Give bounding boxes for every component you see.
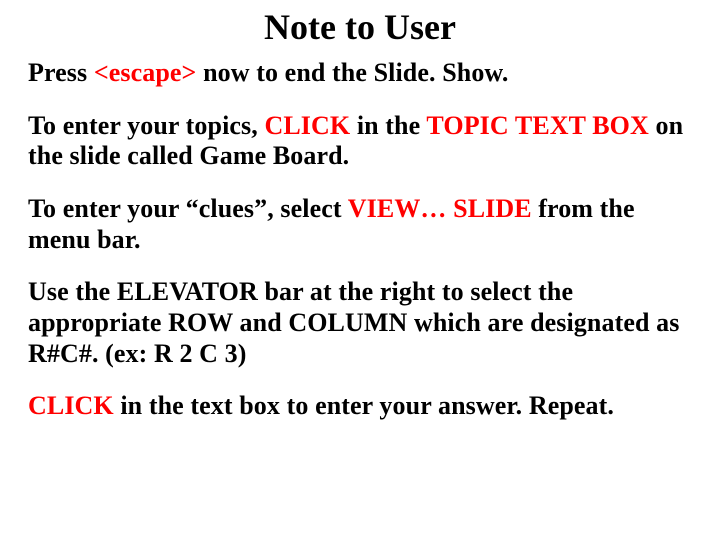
text: To enter your “clues”, select (28, 194, 348, 223)
paragraph-escape: Press <escape> now to end the Slide. Sho… (28, 58, 692, 89)
text-highlight-click: CLICK (28, 391, 114, 420)
text: in the (350, 111, 426, 140)
text-highlight-click: CLICK (264, 111, 350, 140)
paragraph-clues: To enter your “clues”, select VIEW… SLID… (28, 194, 692, 255)
text-highlight-escape: <escape> (94, 58, 197, 87)
paragraph-topics: To enter your topics, CLICK in the TOPIC… (28, 111, 692, 172)
text: Press (28, 58, 94, 87)
text-highlight-topic-box: TOPIC TEXT BOX (426, 111, 648, 140)
text: To enter your topics, (28, 111, 264, 140)
slide: Note to User Press <escape> now to end t… (0, 0, 720, 540)
page-title: Note to User (28, 6, 692, 48)
paragraph-answer: CLICK in the text box to enter your answ… (28, 391, 692, 422)
paragraph-elevator: Use the ELEVATOR bar at the right to sel… (28, 277, 692, 369)
text: in the text box to enter your answer. Re… (114, 391, 614, 420)
text-highlight-view-slide: VIEW… SLIDE (348, 194, 532, 223)
text: now to end the Slide. Show. (196, 58, 508, 87)
